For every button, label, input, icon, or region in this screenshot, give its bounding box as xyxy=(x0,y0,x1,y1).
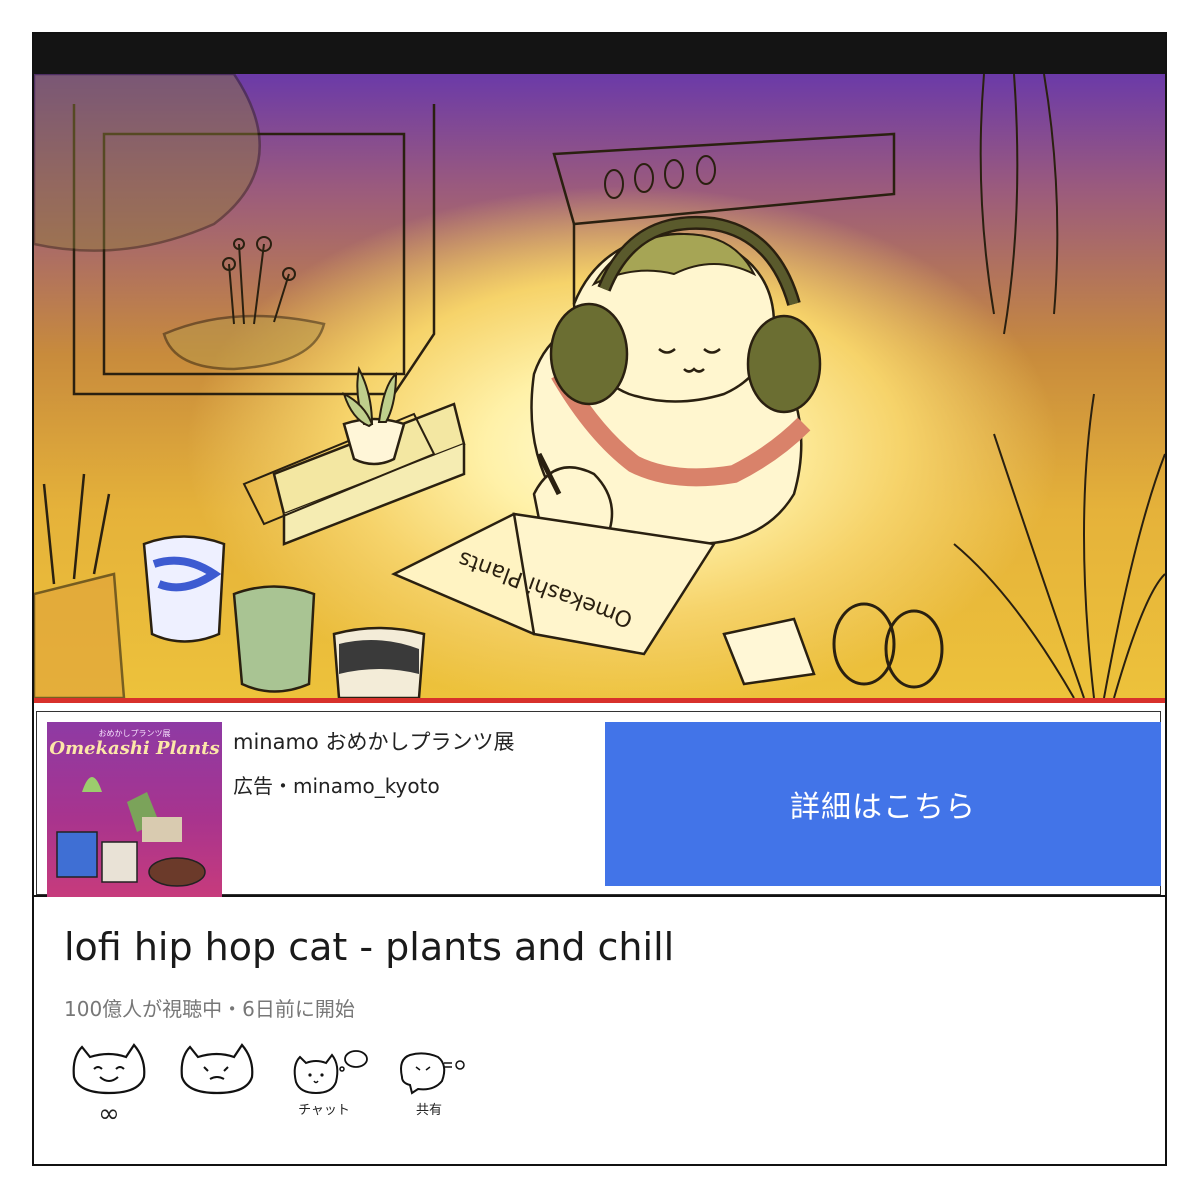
ad-sponsor-label: 広告・minamo_kyoto xyxy=(233,774,440,798)
video-player[interactable]: Omekashi Plants xyxy=(34,74,1165,698)
action-bar: ∞ チャット 共有 xyxy=(64,1037,584,1137)
cat-face-like-icon xyxy=(72,1043,146,1095)
video-meta: 100億人が視聴中・6日前に開始 xyxy=(64,997,355,1021)
share-label: 共有 xyxy=(415,1103,442,1118)
top-bar xyxy=(34,34,1165,74)
cat-face-dislike-icon xyxy=(180,1043,254,1095)
video-info: lofi hip hop cat - plants and chill 100億… xyxy=(34,897,1165,1167)
ad-banner: おめかしプランツ展 Omekashi Plants minamo おめかしプラン… xyxy=(34,703,1165,897)
share-button[interactable]: 共有 xyxy=(384,1037,474,1118)
like-button[interactable]: ∞ xyxy=(64,1037,154,1129)
dislike-button[interactable] xyxy=(172,1037,262,1101)
ad-thumbnail[interactable]: おめかしプランツ展 Omekashi Plants xyxy=(47,722,222,897)
chat-button[interactable]: チャット xyxy=(274,1037,374,1118)
like-count: ∞ xyxy=(98,1099,120,1129)
ad-cta-button[interactable]: 詳細はこちら xyxy=(605,722,1161,886)
cat-chat-icon xyxy=(293,1050,368,1095)
chat-label: チャット xyxy=(298,1103,350,1118)
cat-share-icon xyxy=(400,1052,465,1095)
lofi-cat-illustration: Omekashi Plants xyxy=(34,74,1165,698)
ad-card[interactable]: おめかしプランツ展 Omekashi Plants minamo おめかしプラン… xyxy=(36,711,1161,897)
video-title: lofi hip hop cat - plants and chill xyxy=(64,925,675,969)
player-frame: Omekashi Plants おめかしプランツ展 Omekashi Plant… xyxy=(32,32,1167,1166)
ad-thumbnail-pots xyxy=(56,777,206,887)
ad-title[interactable]: minamo おめかしプランツ展 xyxy=(233,726,514,756)
